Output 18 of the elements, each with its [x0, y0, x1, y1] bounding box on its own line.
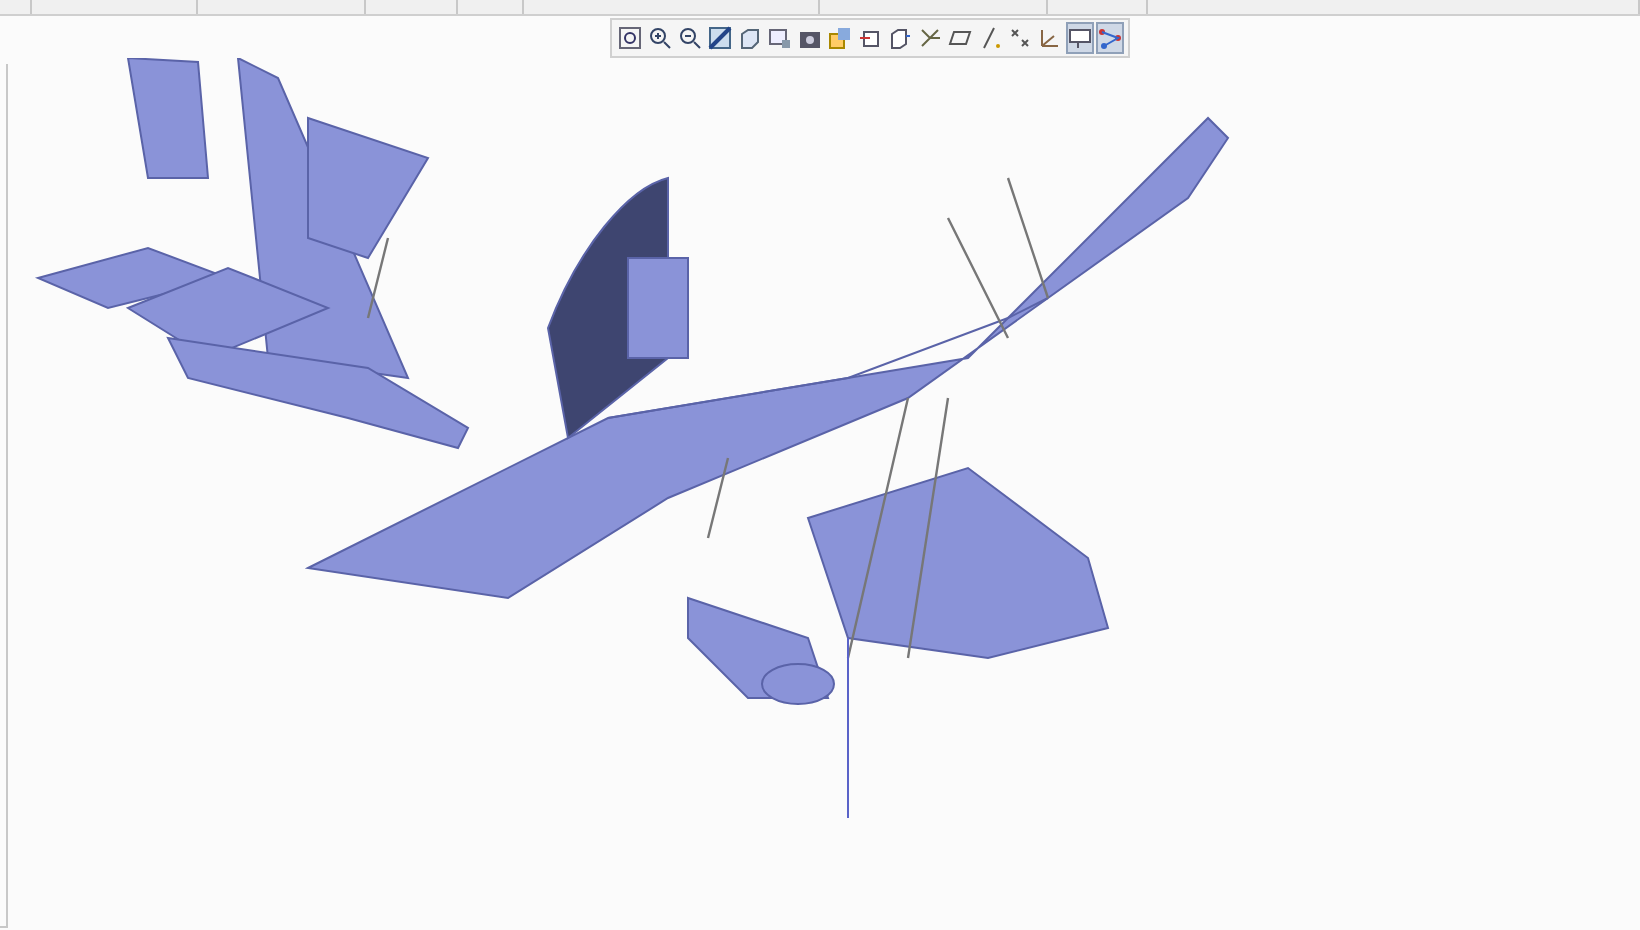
toolbar-button[interactable]	[676, 22, 704, 54]
annotation-icon	[1068, 26, 1092, 50]
points-icon	[1008, 26, 1032, 50]
zoom-fit-icon	[618, 26, 642, 50]
toolbar-button[interactable]	[1066, 22, 1094, 54]
axes-icon	[918, 26, 942, 50]
toolbar-button[interactable]	[706, 22, 734, 54]
zoom-in-icon	[648, 26, 672, 50]
plane-icon	[948, 26, 972, 50]
linkage-icon	[1098, 26, 1122, 50]
camera-icon	[798, 26, 822, 50]
csys-icon	[1038, 26, 1062, 50]
axis-icon	[978, 26, 1002, 50]
box-icon	[828, 26, 852, 50]
toolbar-button[interactable]	[646, 22, 674, 54]
square-icon	[708, 26, 732, 50]
zoom-out-icon	[678, 26, 702, 50]
toolbar-button[interactable]	[616, 22, 644, 54]
